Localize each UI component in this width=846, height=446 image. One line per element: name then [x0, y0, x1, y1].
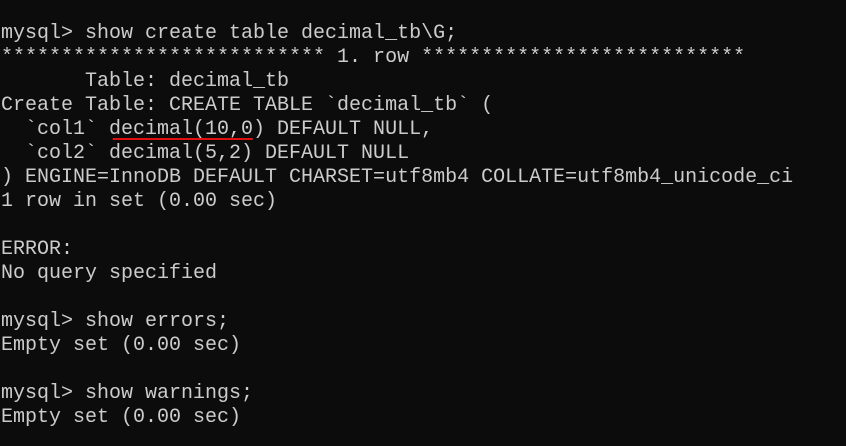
- error-message: No query specified: [1, 262, 218, 285]
- result-summary: Empty set (0.00 sec): [1, 334, 242, 357]
- command-line: mysql> show warnings;: [1, 382, 254, 405]
- output-line: `col2` decimal(5,2) DEFAULT NULL: [1, 142, 410, 165]
- output-line: Table: decimal_tb: [1, 70, 290, 93]
- terminal-output[interactable]: mysql> show create table decimal_tb\G; **…: [1, 22, 793, 430]
- command-line: mysql> show create table decimal_tb\G;: [1, 22, 458, 45]
- result-summary: Empty set (0.00 sec): [1, 406, 242, 429]
- output-line: Create Table: CREATE TABLE `decimal_tb` …: [1, 94, 494, 117]
- error-line: ERROR:: [1, 238, 74, 261]
- row-separator: *************************** 1. row *****…: [1, 46, 746, 69]
- output-line: ) ENGINE=InnoDB DEFAULT CHARSET=utf8mb4 …: [1, 166, 794, 189]
- result-summary: 1 row in set (0.00 sec): [1, 190, 278, 213]
- command-line: mysql> show errors;: [1, 310, 230, 333]
- red-underline-annotation: [113, 138, 253, 140]
